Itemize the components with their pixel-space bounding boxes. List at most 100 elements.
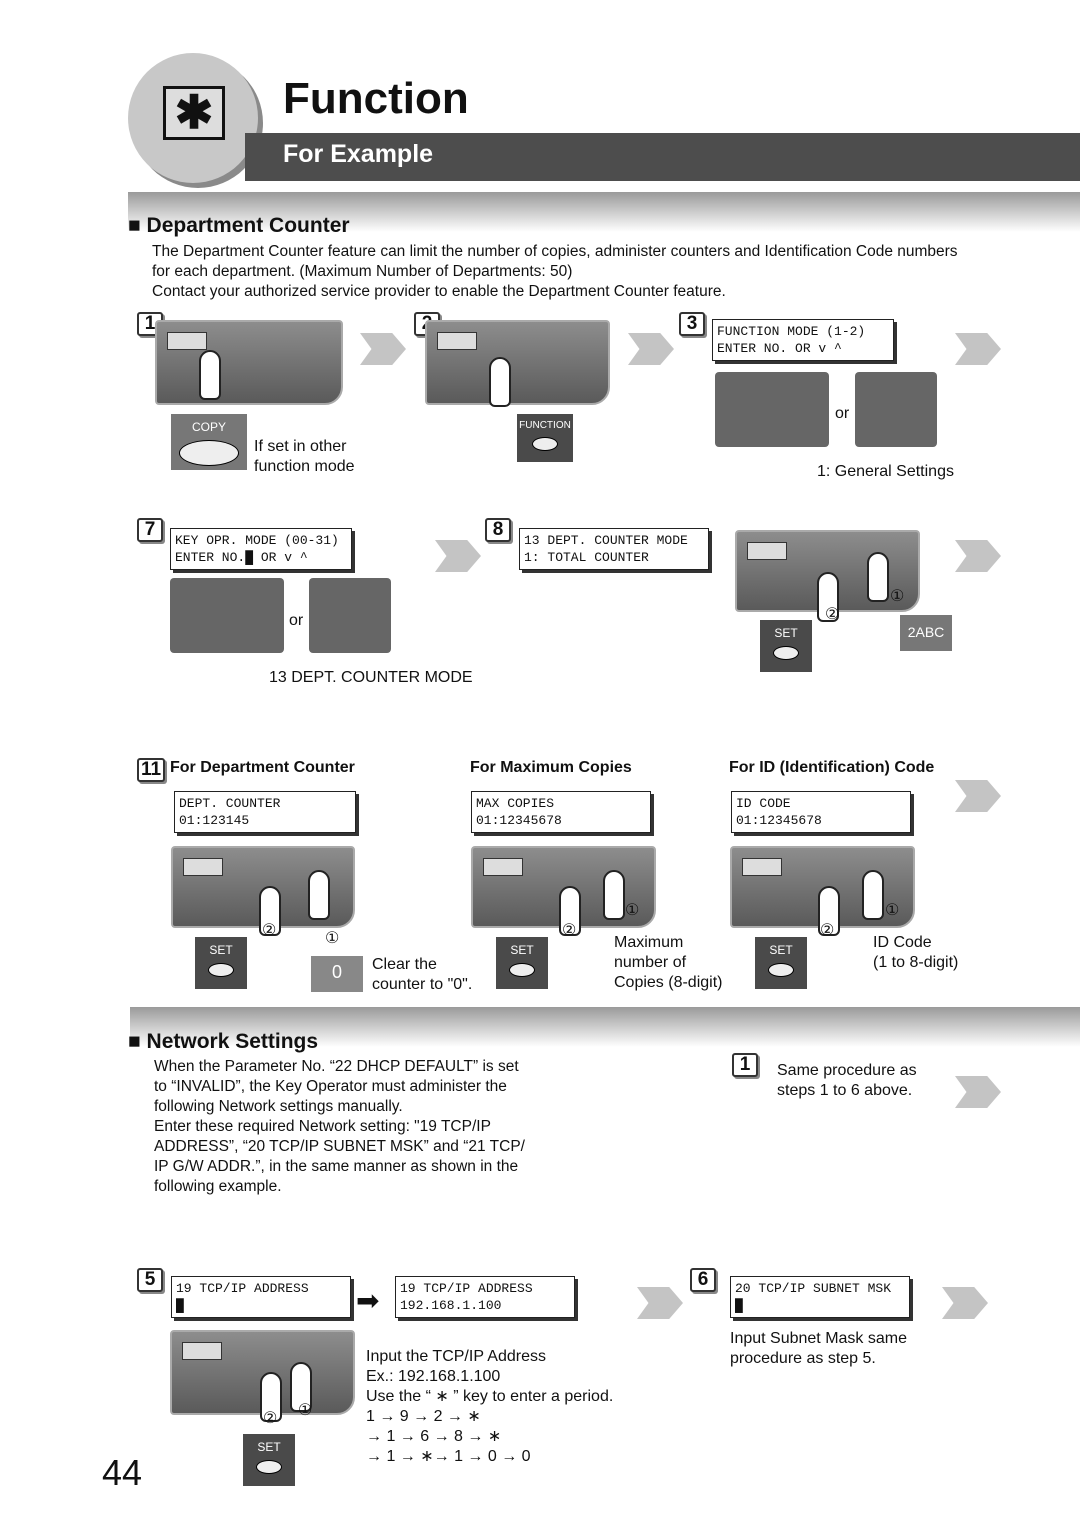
navigation-pad (170, 578, 284, 653)
para-line: Enter these required Network setting: "1… (154, 1118, 491, 1135)
column-title: For ID (Identification) Code (729, 759, 935, 776)
note-line: If set in other (254, 438, 347, 455)
same-procedure-note: Same procedure as steps 1 to 6 above. (777, 1061, 917, 1101)
note-line: → 1 → 6 → 8 → ∗ (366, 1428, 502, 1445)
set-key: SET (760, 620, 812, 672)
note-line: Maximum (614, 934, 684, 951)
step-11: 11 (137, 758, 165, 782)
page-number: 44 (102, 1452, 143, 1493)
lcd-display: 19 TCP/IP ADDRESS 192.168.1.100 (395, 1276, 575, 1318)
asterisk-icon: ✱ (163, 86, 225, 140)
note-line: Copies (8-digit) (614, 974, 723, 991)
note-line: Same procedure as (777, 1062, 917, 1079)
note-line: procedure as step 5. (730, 1350, 876, 1367)
set-key: SET (496, 937, 548, 989)
lcd-line: 19 TCP/IP ADDRESS (400, 1281, 533, 1296)
note-line: Ex.: 192.168.1.100 (366, 1368, 501, 1385)
note-line: → 1 → ∗→ 1 → 0 → 0 (366, 1448, 531, 1465)
subnet-note: Input Subnet Mask same procedure as step … (730, 1329, 907, 1369)
general-settings-note: 1: General Settings (817, 463, 954, 480)
note-line: ID Code (873, 934, 932, 951)
step-5: 5 (137, 1268, 163, 1292)
lcd-line: 1: TOTAL COUNTER (524, 550, 649, 565)
step-8: 8 (485, 518, 511, 542)
lcd-display: MAX COPIES 01:12345678 (471, 791, 651, 833)
next-arrow-icon (435, 540, 481, 572)
set-key: SET (755, 937, 807, 989)
lcd-display: 19 TCP/IP ADDRESS █ (171, 1276, 351, 1318)
note-line: 1 → 9 → 2 → ∗ (366, 1408, 481, 1425)
device-panel (155, 320, 343, 405)
marker-1: ① (325, 930, 340, 947)
page-title: Function (283, 74, 469, 123)
marker-2: ② (263, 1410, 278, 1427)
next-arrow-icon (955, 1076, 1001, 1108)
note-line: function mode (254, 458, 355, 475)
marker-2: ② (820, 922, 835, 939)
lcd-line: 01:123145 (179, 813, 250, 828)
device-panel (425, 320, 610, 407)
note-line: Use the “ ∗ ” key to enter a period. (366, 1388, 614, 1405)
set-label: SET (209, 943, 233, 957)
lcd-line: 01:12345678 (476, 813, 562, 828)
next-arrow-icon (955, 540, 1001, 572)
page-subtitle: For Example (283, 140, 434, 168)
arrow-right-icon: ➡ (356, 1285, 380, 1316)
para-line: When the Parameter No. “22 DHCP DEFAULT”… (154, 1058, 519, 1075)
set-key: SET (195, 937, 247, 989)
next-arrow-icon (942, 1287, 988, 1319)
device-panel (171, 846, 355, 936)
para-line: to “INVALID”, the Key Operator must admi… (154, 1078, 507, 1095)
marker-2: ② (562, 922, 577, 939)
column-title: For Maximum Copies (470, 759, 632, 776)
para-line: following Network settings manually. (154, 1098, 403, 1115)
marker-1: ① (890, 588, 905, 605)
step-7: 7 (137, 518, 163, 542)
lcd-line: 19 TCP/IP ADDRESS (176, 1281, 309, 1296)
copy-note: If set in other function mode (254, 437, 355, 477)
keypad (309, 578, 391, 653)
key-2: 2ABC (900, 615, 952, 651)
max-copies-note: Maximum number of Copies (8-digit) (614, 933, 722, 993)
set-label: SET (774, 626, 798, 640)
marker-1: ① (885, 902, 900, 919)
column-title: For Department Counter (170, 759, 355, 776)
lcd-line: KEY OPR. MODE (00-31) (175, 533, 339, 548)
next-arrow-icon (360, 333, 406, 365)
function-key: FUNCTION (517, 414, 573, 462)
marker-2: ② (262, 922, 277, 939)
para-line: The Department Counter feature can limit… (152, 243, 958, 260)
dept-description: The Department Counter feature can limit… (152, 242, 958, 302)
function-key-label: FUNCTION (519, 420, 571, 431)
set-key: SET (243, 1434, 295, 1486)
clear-note: Clear the counter to "0". (372, 955, 472, 995)
lcd-line: 20 TCP/IP SUBNET MSK (735, 1281, 892, 1296)
lcd-line: ENTER NO. OR v ^ (717, 341, 842, 356)
lcd-line: 192.168.1.100 (400, 1298, 502, 1313)
lcd-display: DEPT. COUNTER 01:123145 (174, 791, 356, 833)
note-line: Input the TCP/IP Address (366, 1348, 546, 1365)
lcd-line: ENTER NO.█ OR v ^ (175, 550, 308, 565)
note-line: (1 to 8-digit) (873, 954, 959, 971)
para-line: ADDRESS”, “20 TCP/IP SUBNET MSK” and “21… (154, 1138, 525, 1155)
step-6: 6 (690, 1268, 716, 1292)
or-label: or (289, 612, 304, 629)
lcd-line: 13 DEPT. COUNTER MODE (524, 533, 688, 548)
navigation-pad (715, 372, 829, 447)
id-code-note: ID Code (1 to 8-digit) (873, 933, 958, 973)
para-line: for each department. (Maximum Number of … (152, 263, 573, 280)
next-arrow-icon (955, 780, 1001, 812)
lcd-line: █ (176, 1298, 184, 1313)
lcd-line: 01:12345678 (736, 813, 822, 828)
keypad (855, 372, 937, 447)
marker-1: ① (625, 902, 640, 919)
lcd-display: ID CODE 01:12345678 (731, 791, 911, 833)
mode-note: 13 DEPT. COUNTER MODE (269, 669, 473, 686)
para-line: IP G/W ADDR.”, in the same manner as sho… (154, 1158, 519, 1175)
section-heading-network: ■ Network Settings (128, 1030, 319, 1053)
next-arrow-icon (955, 333, 1001, 365)
para-line: Contact your authorized service provider… (152, 283, 726, 300)
note-line: number of (614, 954, 687, 971)
lcd-display: 20 TCP/IP SUBNET MSK █ (730, 1276, 910, 1318)
note-line: Clear the (372, 956, 437, 973)
